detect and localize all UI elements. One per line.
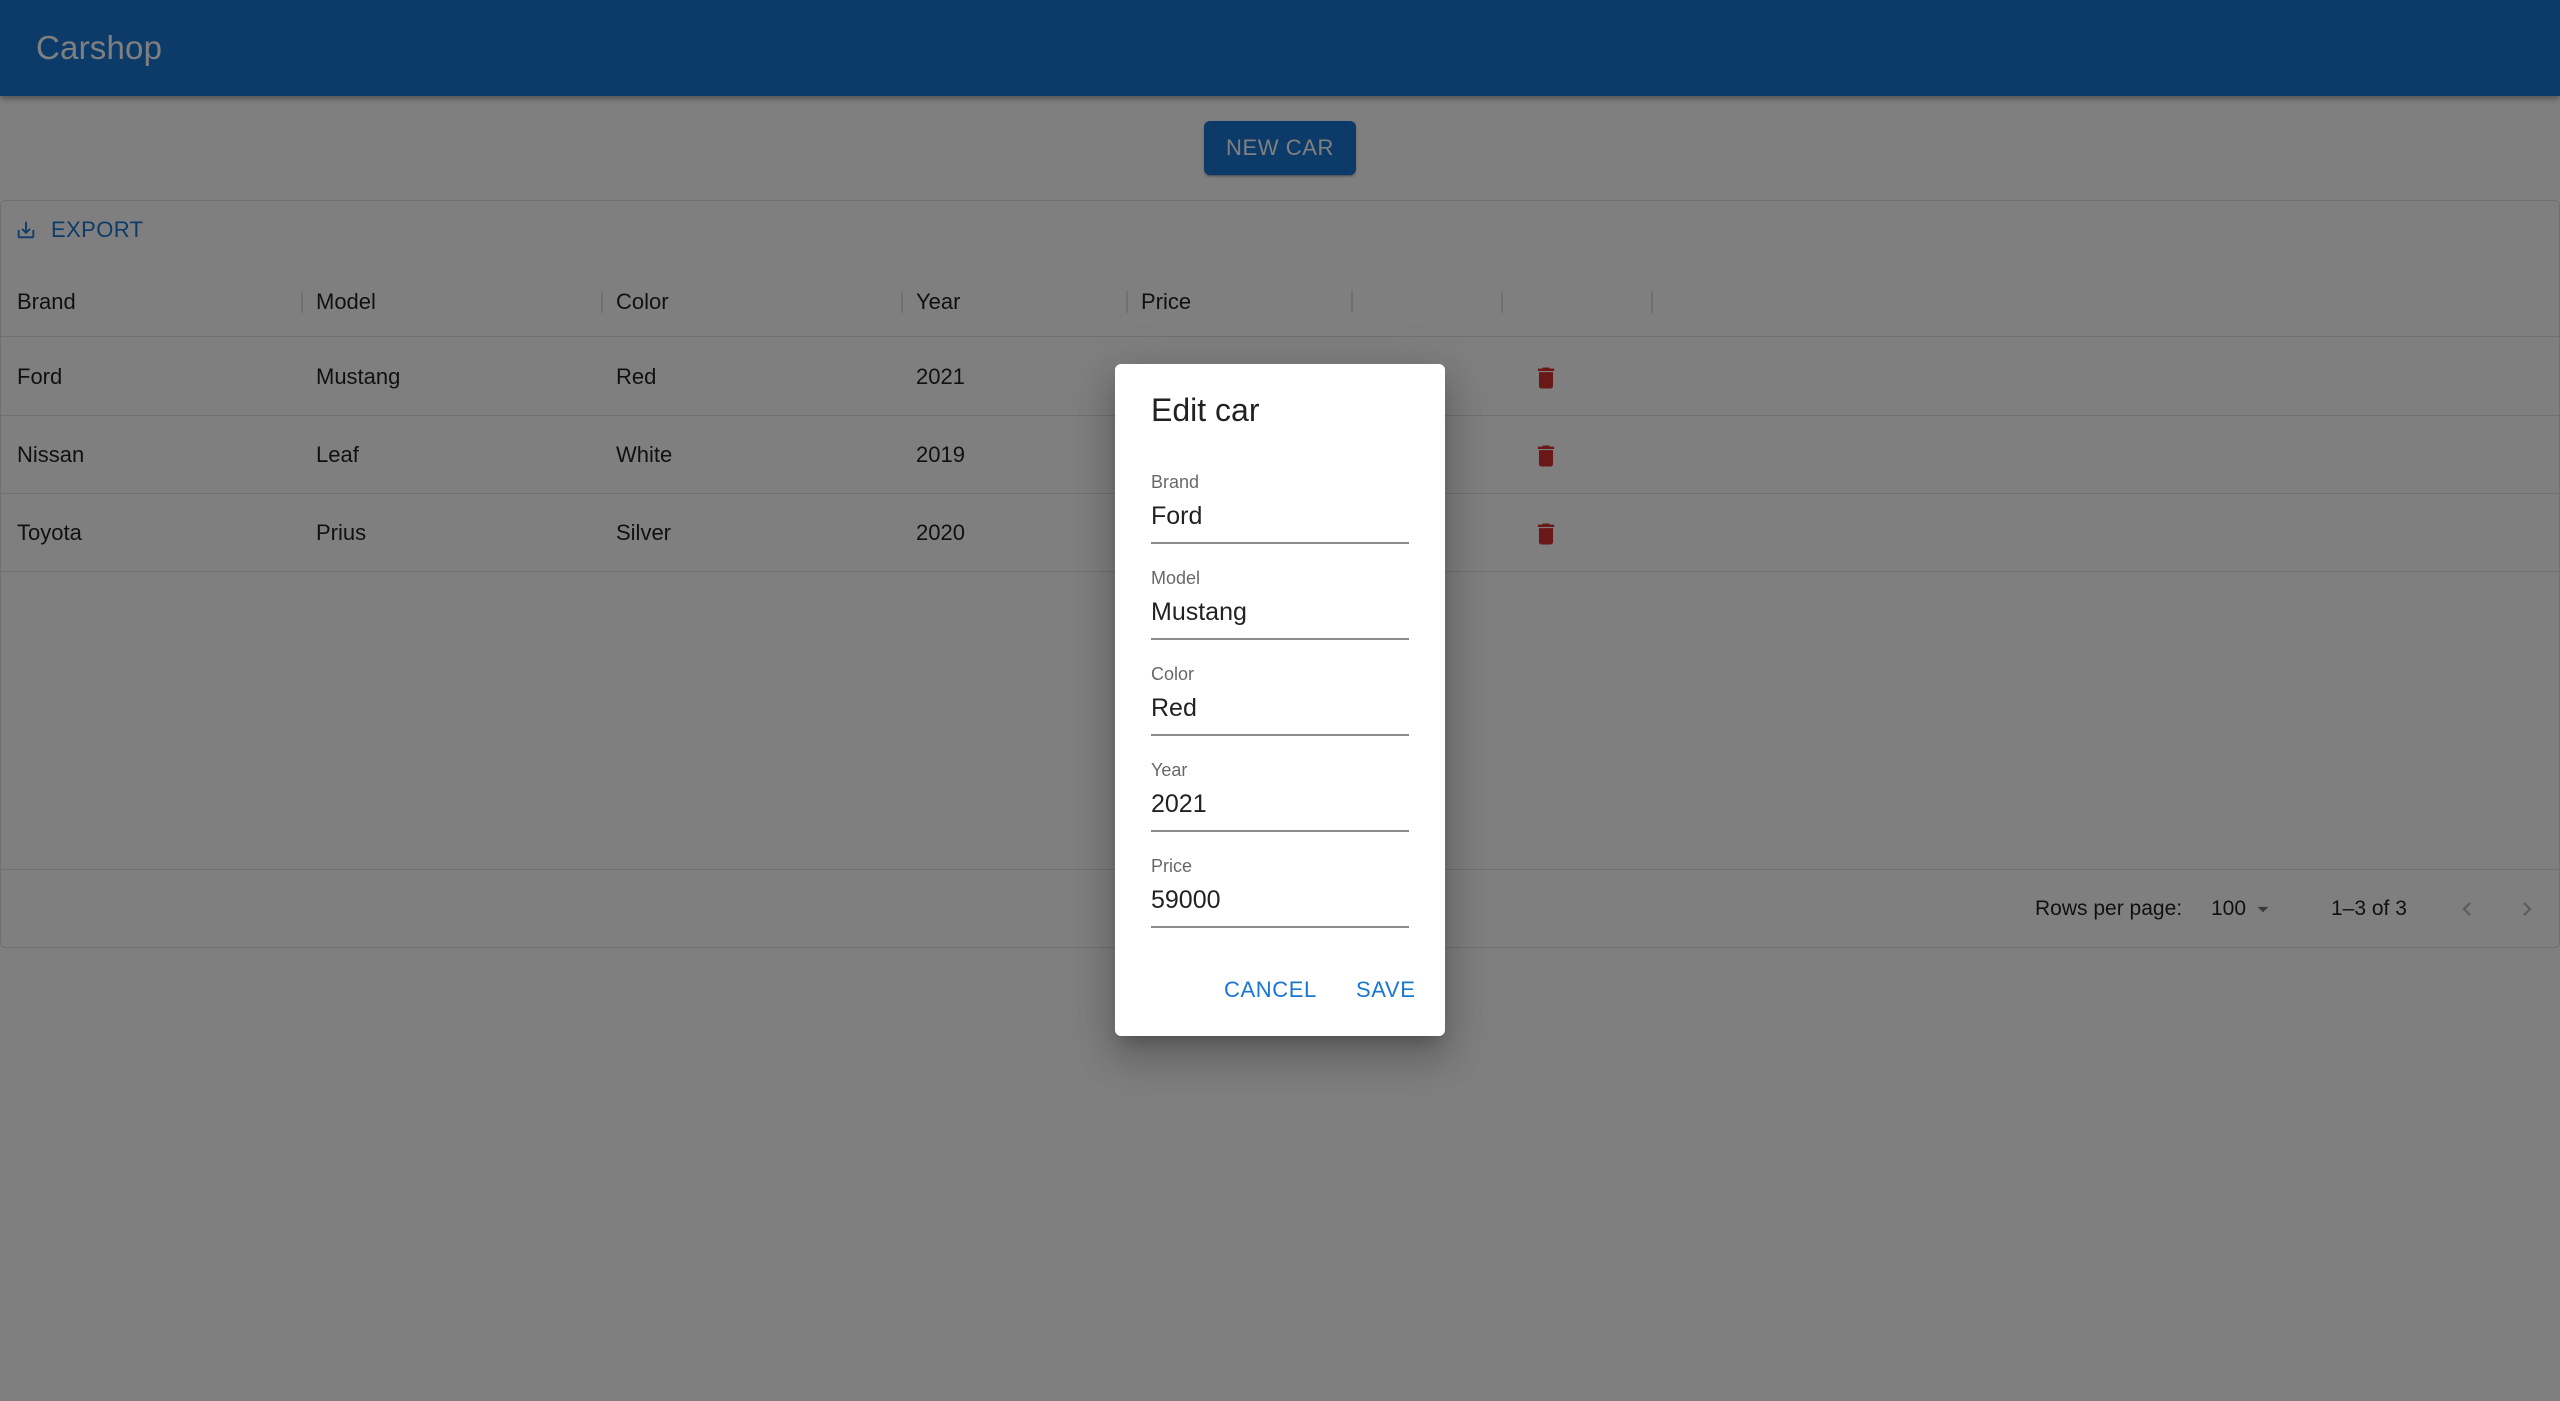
price-field: Price	[1151, 856, 1409, 928]
price-input[interactable]	[1151, 880, 1409, 920]
edit-car-dialog: Edit car Brand Model Color Year Price Ca…	[1115, 364, 1445, 1036]
model-field: Model	[1151, 568, 1409, 640]
model-field-label: Model	[1151, 568, 1201, 588]
year-field: Year	[1151, 760, 1409, 832]
cancel-button[interactable]: Cancel	[1224, 970, 1317, 1010]
color-field: Color	[1151, 664, 1409, 736]
brand-input[interactable]	[1151, 496, 1409, 536]
price-field-label: Price	[1151, 856, 1193, 876]
brand-field-label: Brand	[1151, 472, 1200, 492]
color-input[interactable]	[1151, 688, 1409, 728]
dialog-title: Edit car	[1151, 392, 1260, 428]
color-field-label: Color	[1151, 664, 1195, 684]
save-button[interactable]: Save	[1356, 970, 1415, 1010]
year-input[interactable]	[1151, 784, 1409, 824]
year-field-label: Year	[1151, 760, 1188, 780]
model-input[interactable]	[1151, 592, 1409, 632]
brand-field: Brand	[1151, 472, 1409, 544]
